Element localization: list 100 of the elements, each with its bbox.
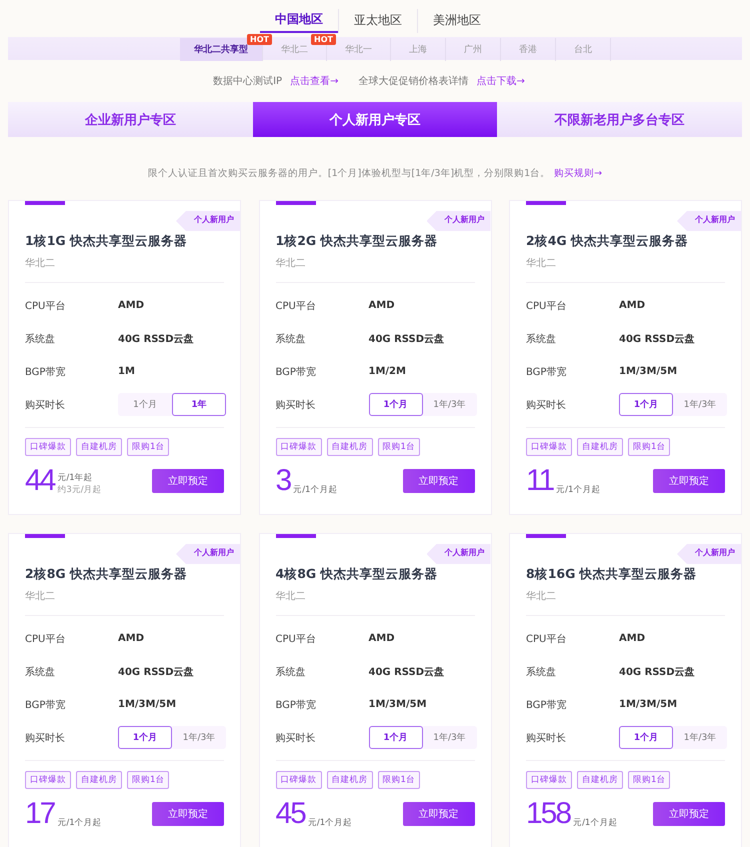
spec-label: BGP带宽 [25, 366, 66, 378]
spec-label: BGP带宽 [276, 698, 317, 712]
hot-badge: HOT [247, 34, 272, 45]
order-button[interactable]: 立即预定 [402, 802, 474, 826]
accent-bar [25, 201, 65, 205]
spec-value: AMD [118, 633, 144, 644]
feature-tag: 自建机房 [76, 771, 122, 789]
feature-tag: 限购1台 [628, 771, 670, 789]
region-tab[interactable]: 美洲地区 [417, 9, 496, 33]
spec-label: 系统盘 [276, 666, 306, 678]
feature-tag: 限购1台 [378, 438, 420, 456]
feature-tag: 限购1台 [127, 438, 170, 456]
order-button[interactable]: 立即预定 [152, 802, 224, 826]
spec-label: BGP带宽 [526, 698, 568, 712]
user-badge: 个人新用户 [176, 544, 240, 564]
duration-option[interactable]: 1个月 [368, 726, 422, 749]
feature-tag: 口碑爆款 [276, 438, 322, 456]
spec-value: 40G RSSD云盘 [118, 666, 194, 678]
link[interactable]: 点击查看→ [290, 74, 338, 88]
region-label: 华北二 [526, 256, 557, 270]
card-title: 8核16G 快杰共享型云服务器 [526, 566, 698, 583]
order-button[interactable]: 立即预定 [152, 469, 224, 493]
price-unit: 元/1个月起 [556, 484, 600, 496]
spec-value: 1M/3M/5M [619, 699, 678, 710]
spec-value: AMD [368, 633, 394, 644]
spec-value: 1M/3M/5M [118, 699, 176, 710]
feature-tag: 口碑爆款 [526, 771, 572, 789]
spec-value: AMD [118, 300, 144, 311]
category-tab[interactable]: 个人新用户专区 [252, 102, 498, 137]
spec-value: 1M/2M [368, 366, 406, 377]
price-amount: 11 [526, 466, 554, 496]
region-label: 华北二 [276, 256, 306, 270]
spec-value: 1M/3M/5M [368, 699, 427, 710]
spec-label: 系统盘 [25, 666, 56, 678]
spec-value: 40G RSSD云盘 [368, 332, 444, 346]
spec-label: 购买时长 [526, 398, 567, 412]
price-unit: 元/1个月起 [573, 817, 618, 829]
order-button[interactable]: 立即预定 [653, 802, 725, 826]
duration-option[interactable]: 1年/3年 [172, 726, 226, 749]
price-amount: 45 [276, 799, 305, 829]
region-label: 华北二 [526, 590, 557, 603]
spec-value: AMD [619, 300, 645, 311]
spec-value: AMD [619, 633, 645, 644]
accent-bar [25, 534, 65, 538]
duration-option[interactable]: 1年 [172, 393, 226, 416]
description-text: 限个人认证且首次购买云服务器的用户。[1个月]体验机型与[1年/3年]机型，分别限购1台。 [148, 168, 550, 179]
user-badge: 个人新用户 [426, 211, 490, 231]
feature-tag: 限购1台 [127, 771, 170, 789]
info-text: 数据中心测试IP [213, 74, 282, 88]
duration-option[interactable]: 1年/3年 [673, 393, 727, 416]
spec-label: 购买时长 [276, 398, 316, 412]
spec-value: 40G RSSD云盘 [619, 666, 695, 678]
spec-label: CPU平台 [25, 632, 66, 646]
user-badge: 个人新用户 [426, 544, 490, 564]
order-button[interactable]: 立即预定 [653, 469, 725, 493]
duration-option[interactable]: 1个月 [619, 726, 673, 749]
feature-tag: 口碑爆款 [526, 438, 572, 456]
price-amount: 158 [526, 799, 570, 829]
spec-label: CPU平台 [25, 300, 66, 312]
info-text: 全球大促促销价格表详情 [358, 74, 468, 88]
spec-label: 系统盘 [25, 332, 56, 346]
duration-option[interactable]: 1个月 [118, 726, 172, 749]
spec-label: 购买时长 [526, 732, 567, 744]
spec-label: CPU平台 [276, 300, 317, 312]
accent-bar [276, 201, 316, 205]
price-unit: 元/1个月起 [308, 817, 352, 829]
spec-label: 系统盘 [276, 332, 306, 346]
duration-option[interactable]: 1年/3年 [422, 393, 476, 416]
spec-label: CPU平台 [526, 632, 568, 646]
duration-option[interactable]: 1个月 [368, 393, 422, 416]
feature-tag: 自建机房 [76, 438, 122, 456]
accent-bar [276, 534, 316, 538]
spec-label: BGP带宽 [25, 698, 66, 712]
duration-option[interactable]: 1个月 [118, 393, 172, 416]
accent-bar [526, 534, 566, 538]
duration-option[interactable]: 1年/3年 [422, 726, 476, 749]
feature-tag: 自建机房 [577, 771, 623, 789]
card-title: 1核2G 快杰共享型云服务器 [276, 233, 439, 250]
user-badge: 个人新用户 [176, 211, 240, 231]
spec-value: 1M [118, 366, 135, 377]
link[interactable]: 点击下载→ [476, 74, 525, 88]
order-button[interactable]: 立即预定 [402, 469, 474, 493]
spec-label: 系统盘 [526, 332, 557, 346]
price-amount: 17 [25, 799, 54, 829]
spec-value: 1M/3M/5M [619, 366, 678, 377]
rules-link[interactable]: 购买规则→ [554, 168, 602, 179]
feature-tag: 口碑爆款 [25, 438, 71, 456]
duration-option[interactable]: 1个月 [619, 393, 673, 416]
region-label: 华北二 [276, 590, 306, 603]
spec-label: 购买时长 [25, 732, 66, 744]
duration-option[interactable]: 1年/3年 [673, 726, 727, 749]
region-tab[interactable]: 亚太地区 [338, 9, 417, 33]
feature-tag: 口碑爆款 [276, 771, 322, 789]
accent-bar [526, 201, 566, 205]
feature-tag: 限购1台 [628, 438, 670, 456]
category-tab[interactable]: 企业新用户专区 [8, 102, 253, 137]
category-tab[interactable]: 不限新老用户多台专区 [497, 102, 742, 137]
card-title: 4核8G 快杰共享型云服务器 [276, 566, 439, 583]
feature-tag: 限购1台 [378, 771, 420, 789]
hot-badge: HOT [311, 34, 336, 45]
